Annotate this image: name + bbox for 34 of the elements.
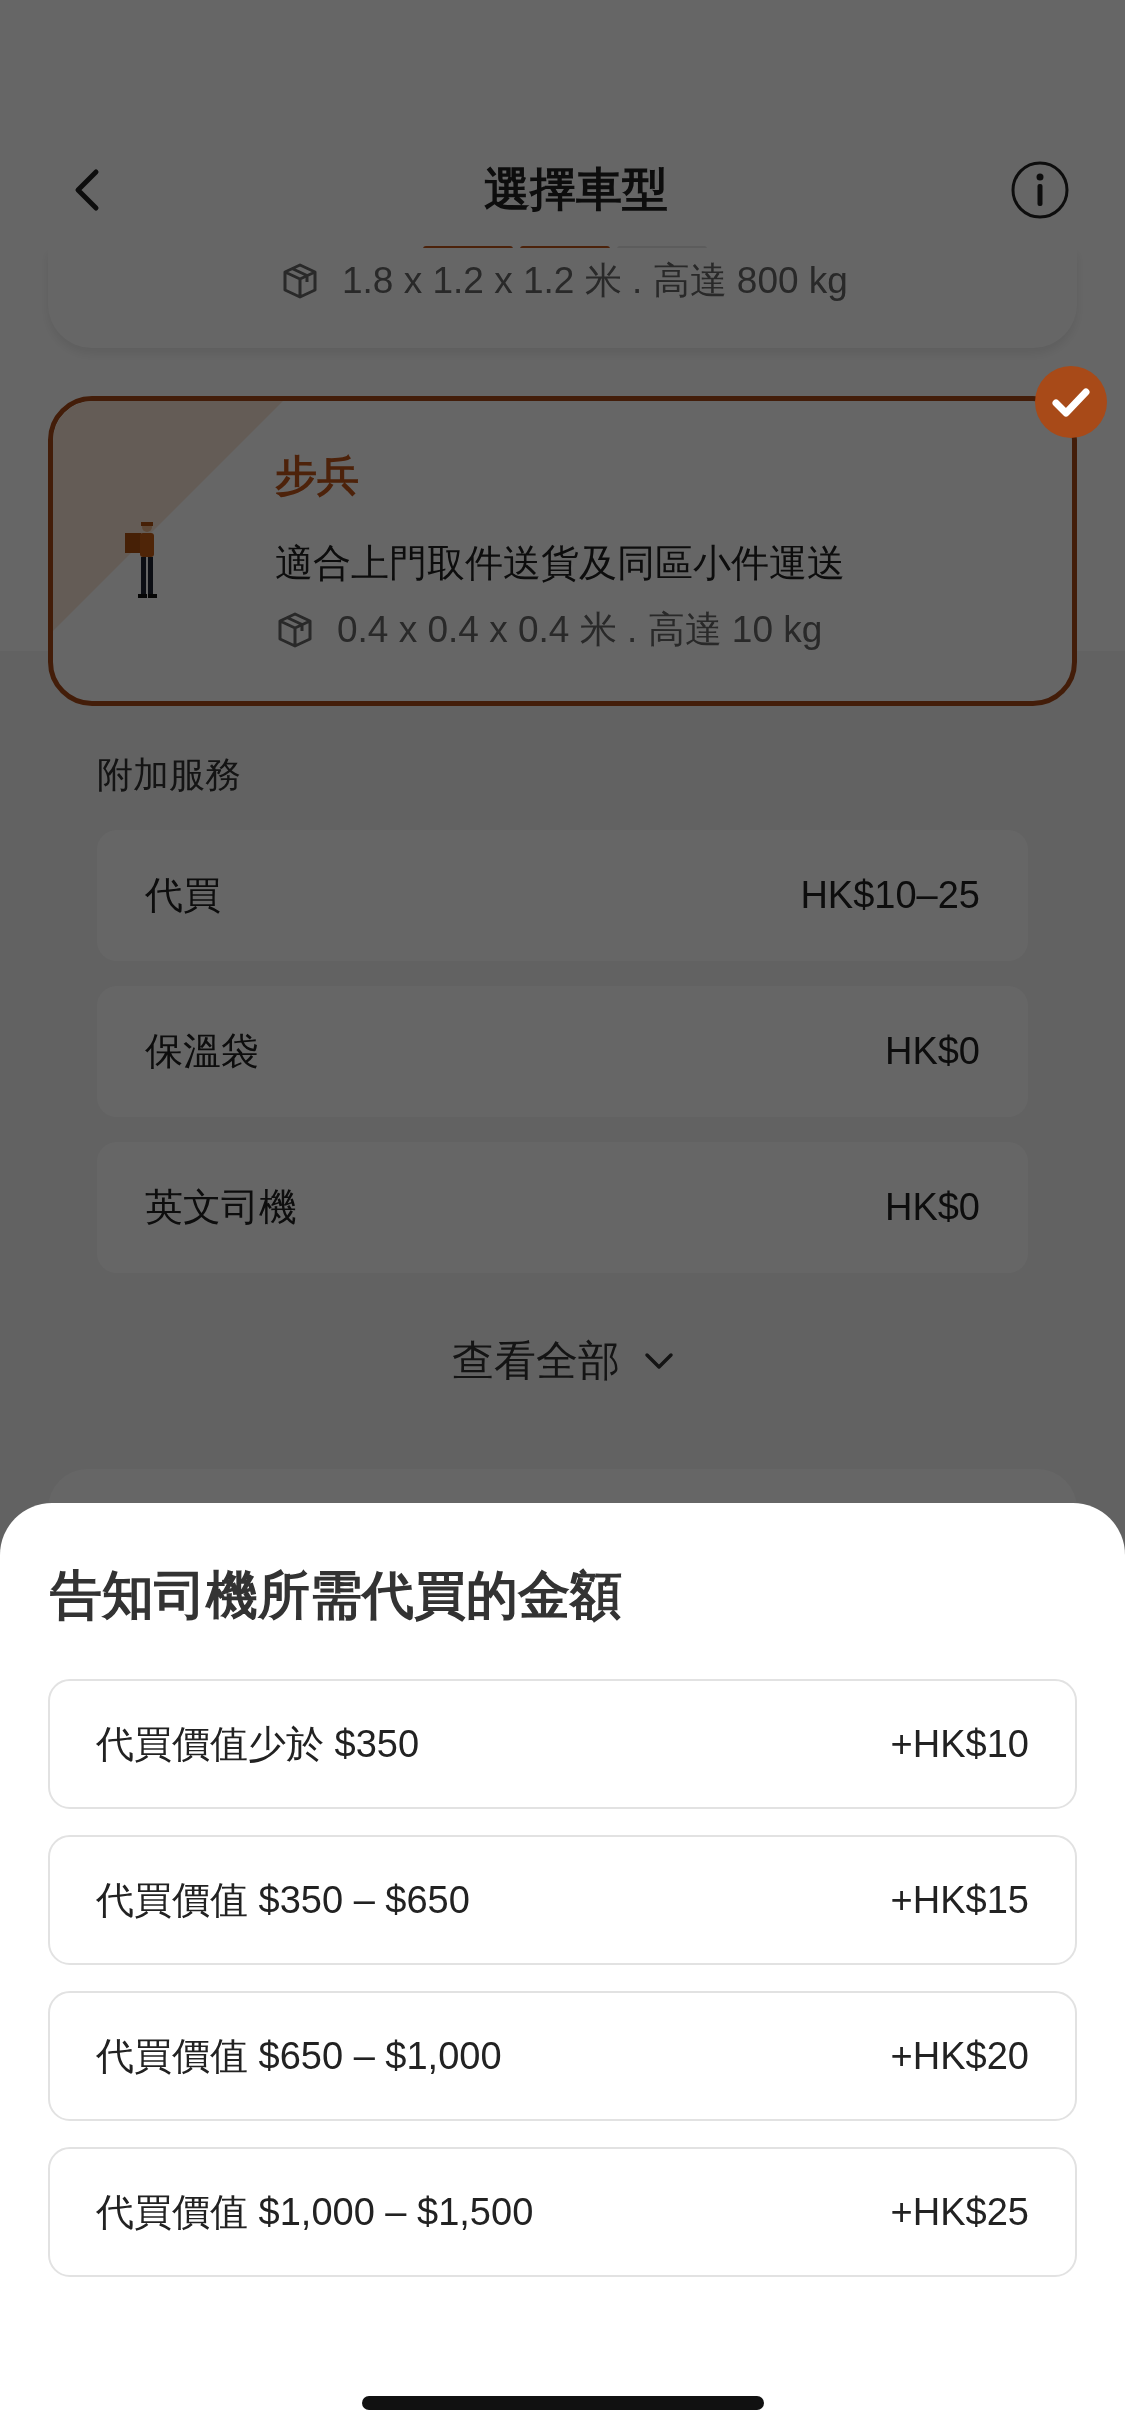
addon-price: HK$10–25 (800, 874, 980, 917)
addon-name: 保溫袋 (145, 1029, 259, 1074)
page-title: 選擇車型 (484, 162, 668, 217)
option-price: +HK$25 (890, 2190, 1029, 2234)
chevron-down-icon[interactable] (643, 1352, 674, 1370)
vehicle-name: 步兵 (275, 450, 360, 501)
vehicle-spec: 0.4 x 0.4 x 0.4 米 . 高達 10 kg (337, 607, 823, 652)
option-price: +HK$20 (890, 2034, 1029, 2078)
vehicle-description: 適合上門取件送貨及同區小件運送 (275, 540, 845, 586)
amount-option[interactable]: 代買價值少於 $350 +HK$10 (48, 1679, 1077, 1809)
option-label: 代買價值 $1,000 – $1,500 (96, 2189, 534, 2235)
option-label: 代買價值少於 $350 (96, 1721, 420, 1767)
vehicle-card[interactable]: 步兵 適合上門取件送貨及同區小件運送 0.4 x 0.4 x 0.4 米 . 高達 10 kg (48, 396, 1077, 706)
amount-option[interactable]: 代買價值 $350 – $650 +HK$15 (48, 1835, 1077, 1965)
option-price: +HK$10 (890, 1722, 1029, 1766)
info-icon[interactable] (1010, 160, 1070, 220)
addon-name: 英文司機 (145, 1185, 297, 1230)
addon-name: 代買 (145, 873, 221, 918)
vehicle-card[interactable]: 1.8 x 1.2 x 1.2 米 . 高達 800 kg (48, 248, 1077, 348)
addon-row[interactable]: 英文司機 HK$0 (97, 1142, 1028, 1273)
amount-option[interactable]: 代買價值 $1,000 – $1,500 +HK$25 (48, 2147, 1077, 2277)
option-label: 代買價值 $650 – $1,000 (96, 2033, 502, 2079)
section-title: 附加服務 (97, 753, 242, 797)
amount-option[interactable]: 代買價值 $650 – $1,000 +HK$20 (48, 1991, 1077, 2121)
view-all-link[interactable]: 查看全部 (451, 1333, 620, 1389)
option-price: +HK$15 (890, 1878, 1029, 1922)
sheet-title: 告知司機所需代買的金額 (50, 1565, 623, 1626)
addon-price: HK$0 (884, 1030, 980, 1073)
option-label: 代買價值 $350 – $650 (96, 1877, 470, 1923)
addon-price: HK$0 (884, 1186, 980, 1229)
checkmark-badge-icon (1035, 366, 1107, 438)
addon-row[interactable]: 保溫袋 HK$0 (97, 986, 1028, 1117)
vehicle-spec: 1.8 x 1.2 x 1.2 米 . 高達 800 kg (342, 259, 848, 303)
addon-row[interactable]: 代買 HK$10–25 (97, 830, 1028, 961)
